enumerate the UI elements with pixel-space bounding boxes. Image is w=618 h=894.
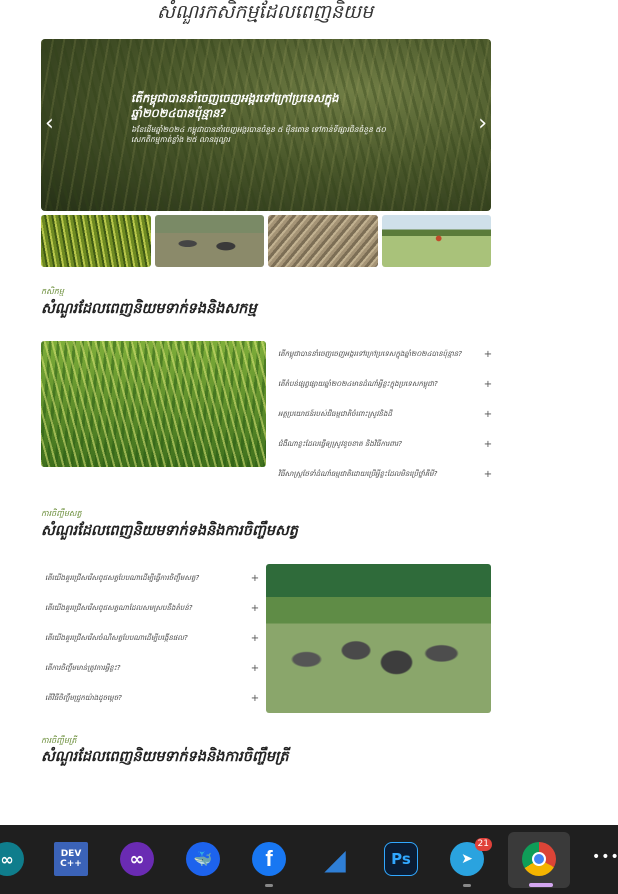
- faq-question: តើតំបន់ផ្សព្វផ្សាយឆ្នាំ២០២៤មានដំណាំអ្វីខ…: [278, 380, 438, 388]
- expand-plus-icon[interactable]: +: [250, 693, 260, 704]
- carousel-thumbnails: [41, 215, 491, 267]
- expand-plus-icon[interactable]: +: [250, 663, 260, 674]
- faq-question: អត្ថប្រយោជន៍របស់ជីធម្មជាតិចំពោះស្រូវនិងដ…: [278, 410, 392, 418]
- expand-plus-icon[interactable]: +: [483, 409, 493, 420]
- faq-item[interactable]: តើយើងគួរជ្រើសរើសចំណីសត្វបែបណាដើម្បីបង្កើ…: [45, 623, 260, 653]
- thumbnail-farmer-spraying[interactable]: [381, 215, 491, 267]
- faq-item[interactable]: តើយើងគួរជ្រើសរើសពូជសត្វណាដែលសមស្របនឹងតំប…: [45, 593, 260, 623]
- telegram-glyph: ➤: [461, 851, 473, 867]
- wireshark-icon[interactable]: ◢: [318, 842, 352, 876]
- hero-subtitle: ៦ខែដើមឆ្នាំ២០២៤ កម្ពុជាបាននាំចេញអង្ករបាន…: [131, 125, 386, 144]
- expand-plus-icon[interactable]: +: [483, 469, 493, 480]
- chrome-active-indicator: [529, 883, 553, 887]
- expand-plus-icon[interactable]: +: [483, 439, 493, 450]
- carousel-prev-icon[interactable]: ‹: [45, 113, 54, 135]
- chrome-icon[interactable]: [522, 842, 556, 876]
- expand-plus-icon[interactable]: +: [250, 633, 260, 644]
- section-title-agriculture: សំណួរដែលពេញនិយមទាក់ទងនិងសកម្ម: [41, 301, 257, 317]
- dev-cpp-icon[interactable]: DEV C++: [54, 842, 88, 876]
- hero-caption: តើកម្ពុជាបាននាំចេញចេញអង្ករទៅក្រៅប្រទេសក្…: [131, 91, 401, 145]
- expand-plus-icon[interactable]: +: [483, 349, 493, 360]
- thumbnail-rice-field[interactable]: [41, 215, 151, 267]
- expand-plus-icon[interactable]: +: [250, 573, 260, 584]
- faq-question: តើយើងគួរជ្រើសរើសចំណីសត្វបែបណាដើម្បីបង្កើ…: [45, 634, 188, 642]
- faq-question: តើយើងគួរជ្រើសរើសពូជសត្វបែបណាដើម្បីធ្វើកា…: [45, 574, 200, 582]
- faq-question: តើវិធីចិញ្ចឹមជ្រូកយ៉ាងដូចម្តេច?: [45, 694, 122, 702]
- section-kicker-livestock: ការចិញ្ចឹមសត្វ: [41, 509, 82, 518]
- faq-item[interactable]: តើវិធីចិញ្ចឹមជ្រូកយ៉ាងដូចម្តេច? +: [45, 683, 260, 713]
- faq-question: វិធីសាស្ត្រថែទាំដំណាំធម្មជាតិដោយប្រើអ្វី…: [278, 470, 438, 478]
- hero-carousel[interactable]: ‹ តើកម្ពុជាបាននាំចេញចេញអង្ករទៅក្រៅប្រទេស…: [41, 39, 491, 211]
- rice-plant-image: [41, 341, 266, 467]
- section-kicker-agriculture: កសិកម្ម: [41, 287, 64, 296]
- faq-item[interactable]: តើកម្ពុជាបាននាំចេញចេញអង្ករទៅក្រៅប្រទេសក្…: [278, 339, 493, 369]
- faq-question: តើយើងគួរជ្រើសរើសពូជសត្វណាដែលសមស្របនឹងតំប…: [45, 604, 193, 612]
- thumbnail-straw[interactable]: [268, 215, 378, 267]
- infinity-app-icon[interactable]: ∞: [120, 842, 154, 876]
- faq-item[interactable]: វិធីសាស្ត្រថែទាំដំណាំធម្មជាតិដោយប្រើអ្វី…: [278, 459, 493, 489]
- facebook-running-indicator: [265, 884, 273, 887]
- telegram-unread-badge: 21: [474, 838, 492, 851]
- faq-item[interactable]: ជំងឺណាខ្លះដែលធ្វើឲ្យស្រូវខូចខាត និងវិធីក…: [278, 429, 493, 459]
- telegram-running-indicator: [463, 884, 471, 887]
- page-title: សំណួរកសិកម្មដែលពេញនិយម: [156, 1, 374, 23]
- docker-icon[interactable]: 🐳: [186, 842, 220, 876]
- thumbnail-buffalo[interactable]: [154, 215, 264, 267]
- faq-question: តើការចិញ្ចឹមមាន់ត្រូវការអ្វីខ្លះ?: [45, 664, 121, 672]
- faq-item[interactable]: តើយើងគួរជ្រើសរើសពូជសត្វបែបណាដើម្បីធ្វើកា…: [45, 563, 260, 593]
- chrome-center-icon: [532, 852, 546, 866]
- section-title-fish: សំណួរដែលពេញនិយមទាក់ទងនិងការចិញ្ចឹមត្រី: [41, 749, 289, 765]
- faq-item[interactable]: តើតំបន់ផ្សព្វផ្សាយឆ្នាំ២០២៤មានដំណាំអ្វីខ…: [278, 369, 493, 399]
- faq-list-agriculture: តើកម្ពុជាបាននាំចេញចេញអង្ករទៅក្រៅប្រទេសក្…: [278, 339, 493, 489]
- faq-question: ជំងឺណាខ្លះដែលធ្វើឲ្យស្រូវខូចខាត និងវិធីក…: [278, 440, 402, 448]
- carousel-next-icon[interactable]: ›: [478, 113, 487, 135]
- faq-item[interactable]: តើការចិញ្ចឹមមាន់ត្រូវការអ្វីខ្លះ? +: [45, 653, 260, 683]
- buffalo-herd-image: [266, 564, 491, 713]
- hero-title: តើកម្ពុជាបាននាំចេញចេញអង្ករទៅក្រៅប្រទេសក្…: [131, 91, 339, 120]
- more-apps-icon[interactable]: •••: [592, 849, 618, 865]
- section-kicker-fish: ការចិញ្ចឹមត្រី: [41, 736, 77, 745]
- section-title-livestock: សំណួរដែលពេញនិយមទាក់ទងនិងការចិញ្ចឹមសត្វ: [41, 523, 299, 539]
- faq-list-livestock: តើយើងគួរជ្រើសរើសពូជសត្វបែបណាដើម្បីធ្វើកា…: [45, 563, 260, 713]
- faq-item[interactable]: អត្ថប្រយោជន៍របស់ជីធម្មជាតិចំពោះស្រូវនិងដ…: [278, 399, 493, 429]
- expand-plus-icon[interactable]: +: [483, 379, 493, 390]
- photoshop-icon[interactable]: Ps: [384, 842, 418, 876]
- faq-question: តើកម្ពុជាបាននាំចេញចេញអង្ករទៅក្រៅប្រទេសក្…: [278, 350, 462, 358]
- telegram-icon[interactable]: ➤ 21: [450, 838, 492, 876]
- expand-plus-icon[interactable]: +: [250, 603, 260, 614]
- facebook-icon[interactable]: f: [252, 842, 286, 876]
